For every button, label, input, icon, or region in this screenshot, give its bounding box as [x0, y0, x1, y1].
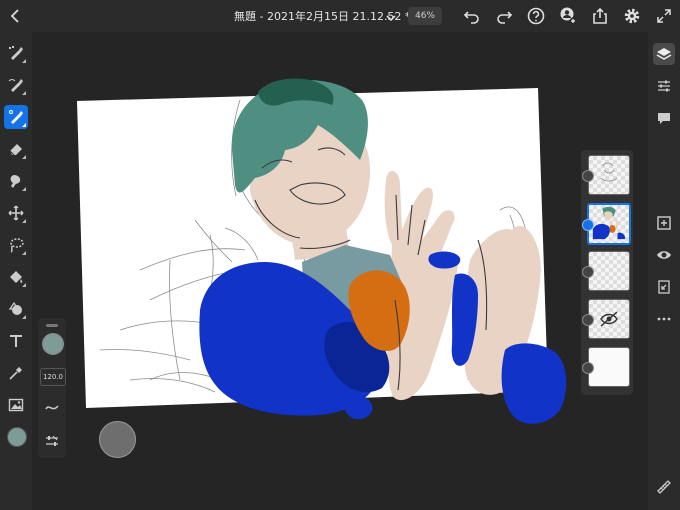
layer-visibility-toggle[interactable] [582, 170, 594, 182]
brush-settings-icon[interactable] [42, 431, 62, 451]
color-swatch[interactable] [7, 427, 27, 447]
eraser-icon[interactable] [4, 137, 28, 161]
adjustments-icon[interactable] [653, 75, 675, 97]
panel-handle[interactable] [46, 324, 58, 327]
visibility-icon[interactable] [653, 244, 675, 266]
text-icon[interactable] [4, 329, 28, 353]
vector-brush-icon[interactable] [4, 105, 28, 129]
import-icon[interactable] [653, 276, 675, 298]
layer-thumbnail-hidden[interactable] [588, 299, 630, 339]
layer-thumbnail[interactable] [588, 251, 630, 291]
pixel-brush-icon[interactable] [4, 41, 28, 65]
brush-size-field[interactable]: 120.0 [40, 368, 66, 386]
layer-thumbnail[interactable] [588, 155, 630, 195]
layer-visibility-toggle[interactable] [582, 266, 594, 278]
brush-settings-panel: 120.0 [38, 318, 66, 458]
paint-bucket-icon[interactable] [4, 265, 28, 289]
move-icon[interactable] [4, 201, 28, 225]
lasso-icon[interactable] [4, 233, 28, 257]
layer-visibility-toggle[interactable] [582, 362, 594, 374]
ruler-icon[interactable] [653, 476, 675, 498]
shape-icon[interactable] [4, 297, 28, 321]
right-toolbar [648, 32, 680, 510]
brush-curve-icon[interactable] [42, 398, 62, 418]
touch-modifier-button[interactable] [99, 421, 136, 458]
layer-thumbnail[interactable] [588, 347, 630, 387]
image-icon[interactable] [4, 393, 28, 417]
layers-icon[interactable] [653, 43, 675, 65]
comment-icon[interactable] [653, 107, 675, 129]
brush-color-swatch[interactable] [42, 333, 64, 355]
live-brush-icon[interactable] [4, 73, 28, 97]
layers-panel [581, 150, 633, 395]
eyedropper-icon[interactable] [4, 361, 28, 385]
add-layer-icon[interactable] [653, 212, 675, 234]
layer-visibility-toggle[interactable] [582, 219, 594, 231]
more-icon[interactable] [653, 308, 675, 330]
smudge-icon[interactable] [4, 169, 28, 193]
layer-visibility-toggle[interactable] [582, 314, 594, 326]
